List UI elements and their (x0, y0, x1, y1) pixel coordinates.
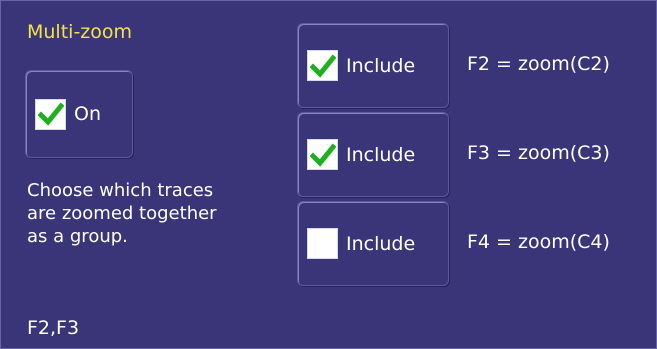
description-line: are zoomed together (27, 203, 217, 224)
multi-zoom-panel: Multi-zoom On Choose which traces are zo… (0, 0, 657, 349)
on-toggle-button[interactable]: On (25, 70, 133, 158)
f2-expression: F2 = zoom(C2) (467, 53, 610, 75)
include-f4-label: Include (346, 232, 416, 255)
selected-traces-readout: F2,F3 (27, 317, 80, 339)
description-text: Choose which traces are zoomed together … (27, 179, 217, 248)
include-f2-checkbox[interactable] (307, 50, 338, 81)
include-f4-button[interactable]: Include (297, 201, 449, 286)
checkmark-icon (309, 142, 336, 167)
checkmark-icon (309, 53, 336, 78)
checkmark-icon (37, 102, 64, 126)
include-f3-button[interactable]: Include (297, 112, 449, 197)
f3-expression: F3 = zoom(C3) (467, 142, 610, 164)
include-f3-checkbox[interactable] (307, 139, 338, 170)
include-f2-button[interactable]: Include (297, 23, 449, 108)
description-line: as a group. (27, 226, 128, 247)
f4-expression: F4 = zoom(C4) (467, 231, 610, 253)
description-line: Choose which traces (27, 180, 214, 201)
include-f2-label: Include (346, 54, 416, 77)
on-checkbox[interactable] (35, 98, 66, 130)
include-f3-label: Include (346, 143, 416, 166)
panel-title: Multi-zoom (27, 21, 133, 43)
on-toggle-label: On (74, 103, 101, 125)
include-f4-checkbox[interactable] (307, 228, 338, 259)
